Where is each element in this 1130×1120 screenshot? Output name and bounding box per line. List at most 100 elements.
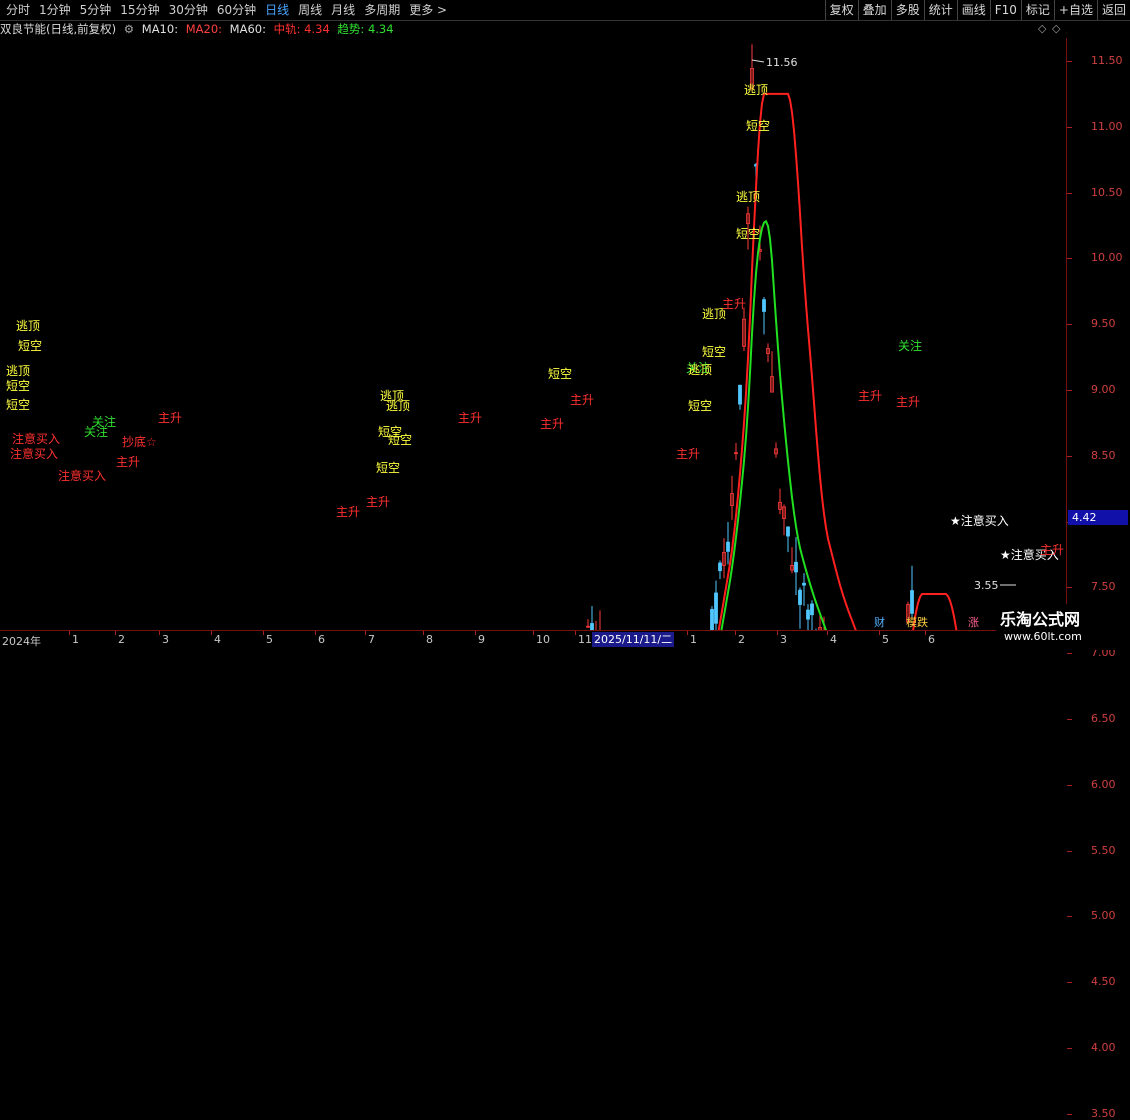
signal-label: 主升 [1040, 543, 1064, 557]
period-tab-2[interactable]: 5分钟 [76, 0, 117, 20]
candle-body [726, 541, 730, 552]
candle-body [794, 561, 798, 573]
y-tick-label: 4.00 [1091, 1041, 1116, 1054]
signal-label: ★注意买入 [950, 513, 1009, 528]
toolbar-button-8[interactable]: 返回 [1096, 0, 1130, 20]
date-label: 4 [214, 633, 221, 646]
signal-label: 逃顶 [736, 190, 760, 204]
date-tick [575, 631, 576, 635]
period-tab-9[interactable]: 多周期 [360, 0, 405, 20]
cai-button[interactable]: 财 [874, 614, 885, 630]
date-tick [423, 631, 424, 635]
y-tick-mark [1067, 192, 1072, 194]
period-tab-10[interactable]: 更多 > [405, 0, 452, 20]
date-label: 8 [426, 633, 433, 646]
date-tick [879, 631, 880, 635]
watermark-title: 乐淘公式网 [1000, 610, 1081, 629]
period-tab-0[interactable]: 分时 [2, 0, 35, 20]
y-tick-label: 3.50 [1091, 1106, 1116, 1120]
y-tick-mark [1067, 258, 1072, 260]
date-tick [735, 631, 736, 635]
period-tab-7[interactable]: 周线 [294, 0, 327, 20]
toolbar-button-4[interactable]: 画线 [956, 0, 990, 20]
toolbar-button-3[interactable]: 统计 [923, 0, 957, 20]
y-tick-label: 11.00 [1091, 119, 1123, 133]
candle-body [786, 526, 790, 537]
date-label: 5 [882, 633, 889, 646]
candle-body [714, 592, 718, 624]
signal-label: 短空 [736, 227, 760, 241]
date-tick [827, 631, 828, 635]
candle-body [910, 590, 914, 614]
signal-label: 短空 [702, 345, 726, 359]
signal-label: 主升 [570, 393, 594, 407]
signal-label: 逃顶 [6, 364, 30, 378]
date-axis: 2024年 1 2 3 4 5 6 7 8 9 10 11 1 2 3 4 5 6 2025/11/11/二 [0, 630, 1066, 651]
date-label: 3 [162, 633, 169, 646]
y-tick-mark [1067, 390, 1072, 391]
signal-label: 主升 [676, 447, 700, 461]
y-tick-mark [1067, 455, 1072, 457]
toolbar-button-6[interactable]: 标记 [1020, 0, 1054, 20]
zhonggui-label: 中轨: 4.34 [273, 22, 330, 36]
date-label: 9 [478, 633, 485, 646]
signal-label: 逃顶 [16, 319, 40, 333]
right-toolbar: 复权 叠加 多股 统计 画线 F10 标记 +自选 返回 [824, 0, 1130, 20]
toolbar-button-5[interactable]: F10 [989, 0, 1021, 20]
period-tab-5[interactable]: 60分钟 [213, 0, 261, 20]
signal-label: 主升 [336, 505, 360, 519]
watermark-url: www.60lt.com [1004, 630, 1082, 643]
y-tick-mark [1067, 982, 1072, 984]
date-tick [315, 631, 316, 635]
y-tick-mark [1067, 1048, 1072, 1049]
zhang-button[interactable]: 涨 [968, 614, 979, 630]
y-tick-label: 5.50 [1091, 843, 1116, 857]
signal-label: 逃顶 [744, 83, 768, 97]
signal-label: 短空 [688, 399, 712, 413]
signal-label: 主升 [158, 411, 182, 425]
signal-label: 短空 [746, 119, 770, 133]
signal-label: 关注 [898, 338, 922, 353]
toolbar-button-2[interactable]: 多股 [890, 0, 924, 20]
toolbar-button-0[interactable]: 复权 [824, 0, 858, 20]
cursor-date: 2025/11/11/二 [592, 632, 675, 647]
kline-chart[interactable]: 逃顶短空逃顶短空短空注意买入注意买入注意买入抄底☆关注关注主升主升逃顶逃顶短空短… [0, 38, 1066, 630]
period-tab-4[interactable]: 30分钟 [165, 0, 213, 20]
date-tick [475, 631, 476, 635]
y-tick-label: 8.50 [1091, 448, 1116, 462]
y-tick-label: 4.50 [1091, 975, 1116, 989]
stock-title[interactable]: 双良节能(日线,前复权) [0, 22, 116, 36]
signal-label: 短空 [6, 398, 30, 412]
y-tick-label: 9.00 [1091, 383, 1116, 396]
toolbar-button-1[interactable]: 叠加 [857, 0, 891, 20]
y-tick-label: 11.50 [1091, 54, 1123, 67]
signal-label: 主升 [540, 417, 564, 431]
toolbar-button-7[interactable]: +自选 [1053, 0, 1097, 20]
period-tabs: 分时 1分钟 5分钟 15分钟 30分钟 60分钟 日线 周线 月线 多周期 更多 > [2, 0, 452, 20]
date-label: 6 [318, 633, 325, 646]
period-tab-3[interactable]: 15分钟 [116, 0, 164, 20]
price-axis: 11.5011.0010.5010.009.509.008.508.007.50… [1066, 38, 1130, 1120]
price-high-pointer [751, 59, 765, 63]
settings-gear-icon[interactable]: ⚙ [124, 22, 134, 36]
y-tick-mark [1067, 587, 1072, 589]
date-label: 5 [266, 633, 273, 646]
signal-label: 注意买入 [10, 446, 58, 461]
period-toolbar: 分时 1分钟 5分钟 15分钟 30分钟 60分钟 日线 周线 月线 多周期 更多 > 复权 叠加 多股… [0, 0, 1130, 21]
date-label: 2 [118, 633, 125, 646]
diamond-icon[interactable]: ◇ [1038, 22, 1046, 35]
qushi-label: 趋势: 4.34 [337, 22, 394, 36]
ma10-label: MA10: [141, 22, 179, 36]
date-tick [159, 631, 160, 635]
signal-label: 关注 [92, 414, 116, 429]
signal-label: 短空 [18, 339, 42, 353]
signal-label: 主升 [116, 455, 140, 469]
period-tab-8[interactable]: 月线 [327, 0, 360, 20]
period-tab-1[interactable]: 1分钟 [35, 0, 76, 20]
date-label: 11 [578, 633, 592, 646]
signal-label: 短空 [388, 433, 412, 447]
collapse-icon[interactable]: ◇ [1052, 22, 1060, 35]
y-tick-label: 10.00 [1091, 251, 1123, 265]
moniu-button[interactable]: 模跌 [906, 614, 928, 630]
period-tab-6[interactable]: 日线 [261, 0, 294, 20]
